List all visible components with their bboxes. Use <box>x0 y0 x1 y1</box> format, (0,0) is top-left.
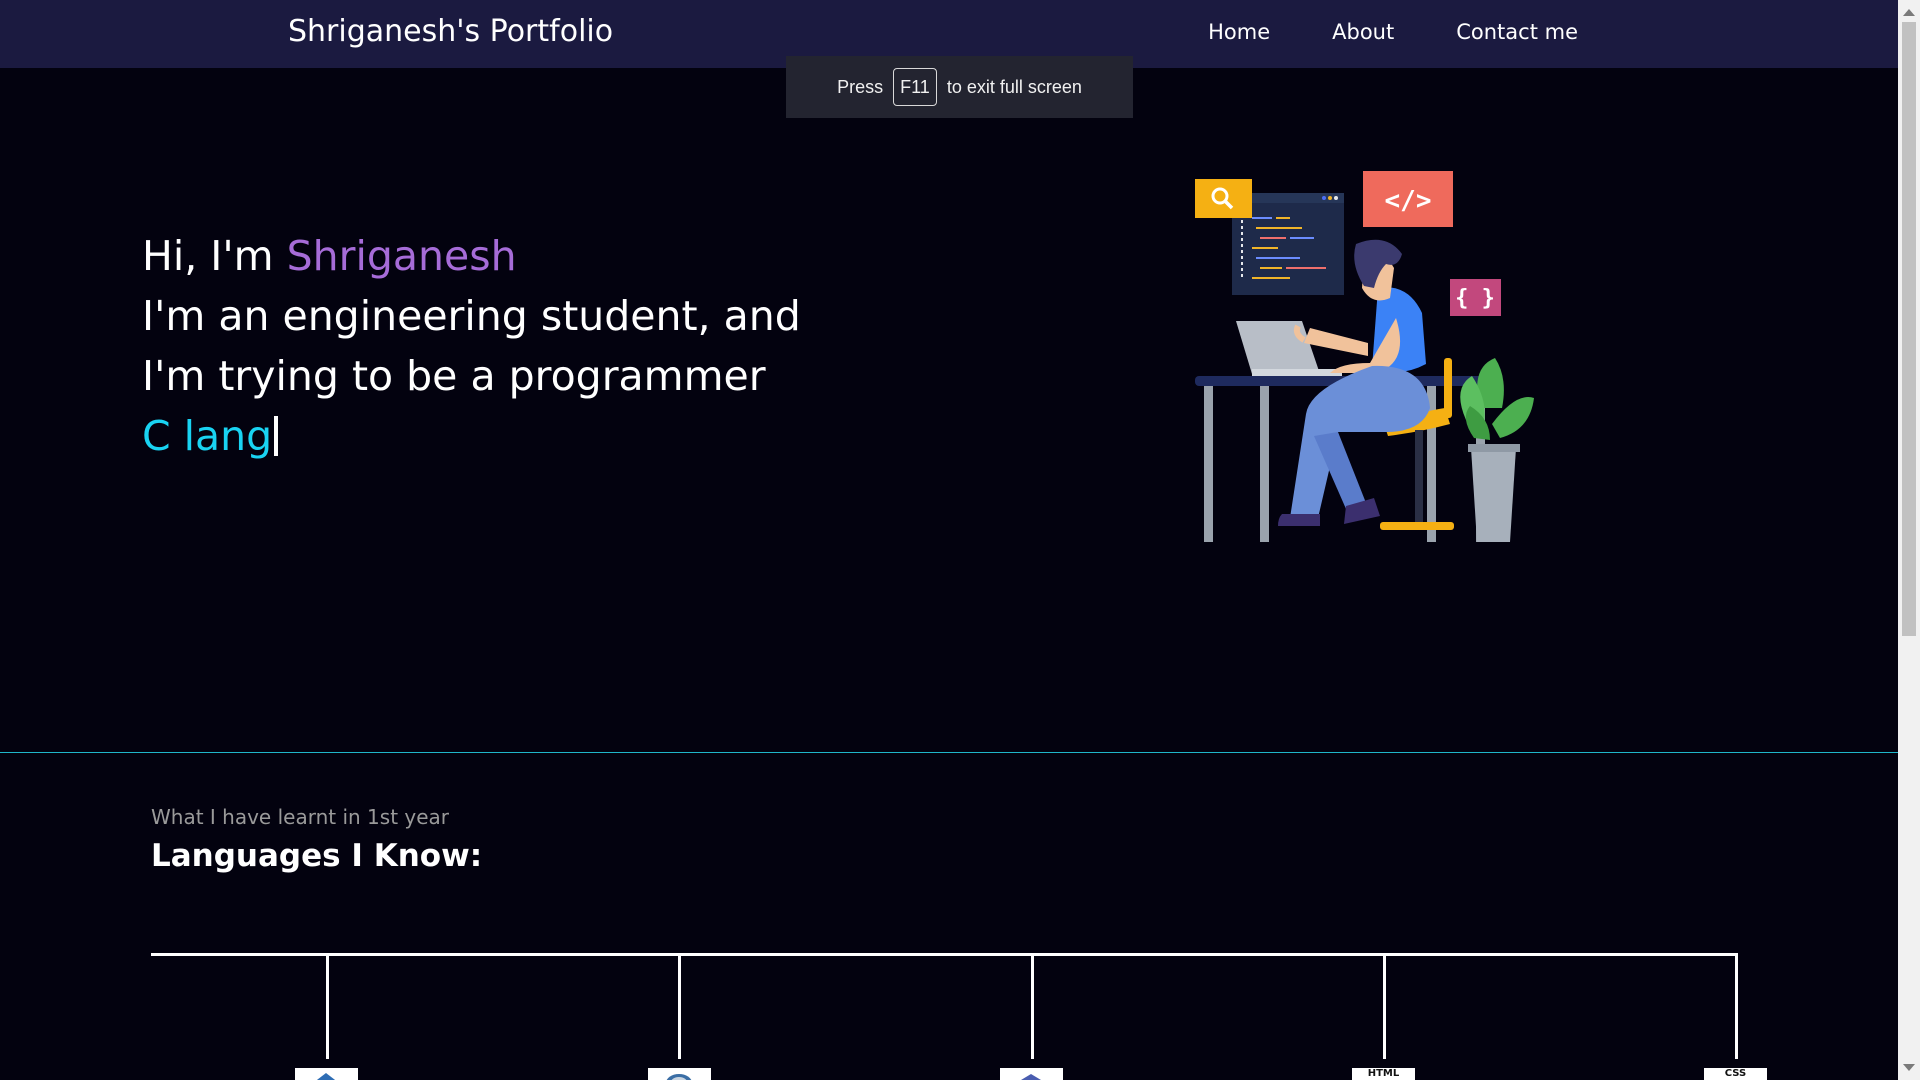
scroll-down-arrow-icon[interactable] <box>1903 1064 1915 1071</box>
vertical-scrollbar[interactable] <box>1898 0 1920 1080</box>
timeline-tick <box>1735 955 1738 1059</box>
toast-suffix: to exit full screen <box>946 76 1082 97</box>
languages-subtitle: What I have learnt in 1st year <box>151 805 450 829</box>
css-icon-label: CSS <box>1724 1068 1747 1079</box>
timeline-tick <box>326 955 329 1059</box>
hero-typed-text: C lang <box>142 412 273 460</box>
nav-link-home[interactable]: Home <box>1208 20 1270 44</box>
programmer-illustration: </> { } <box>1195 171 1534 542</box>
scroll-up-arrow-icon[interactable] <box>1903 9 1915 16</box>
braces-text: { } <box>1455 286 1495 311</box>
nav-link-about[interactable]: About <box>1332 20 1394 44</box>
toast-prefix: Press <box>837 76 884 97</box>
text-cursor <box>274 416 279 456</box>
hero-typed-line: C lang <box>142 406 801 466</box>
code-tag-text: </> <box>1385 186 1432 216</box>
hero-intro: Hi, I'm Shriganesh I'm an engineering st… <box>142 226 801 466</box>
code-tag-icon: </> <box>1363 171 1453 227</box>
hero-name: Shriganesh <box>286 232 517 280</box>
languages-timeline-line <box>151 953 1738 956</box>
scrollbar-thumb[interactable] <box>1902 22 1916 636</box>
html-icon-label: HTML <box>1367 1068 1400 1079</box>
c-language-icon <box>295 1068 358 1080</box>
html-icon: HTML <box>1352 1068 1415 1080</box>
section-divider <box>0 752 1898 753</box>
css-icon: CSS <box>1704 1068 1767 1080</box>
timeline-tick <box>1383 955 1386 1059</box>
hero-line-2: I'm an engineering student, and <box>142 292 801 340</box>
toast-key: F11 <box>893 68 937 106</box>
hero-line-greeting: Hi, I'm Shriganesh <box>142 226 801 286</box>
timeline-tick <box>1031 955 1034 1059</box>
languages-title: Languages I Know: <box>151 838 483 874</box>
laptop <box>1236 321 1342 376</box>
fullscreen-exit-toast: Press F11 to exit full screen <box>786 56 1133 118</box>
braces-icon: { } <box>1450 279 1501 316</box>
timeline-tick <box>678 955 681 1059</box>
hero-line-3: I'm trying to be a programmer <box>142 352 766 400</box>
brand-title[interactable]: Shriganesh's Portfolio <box>288 14 613 49</box>
plant <box>1460 358 1534 542</box>
cpp-icon <box>1000 1068 1063 1080</box>
python-icon <box>648 1068 711 1080</box>
hero-greeting: Hi, I'm <box>142 232 287 280</box>
search-icon <box>1195 179 1252 218</box>
nav-links: Home About Contact me <box>1208 20 1578 44</box>
nav-link-contact[interactable]: Contact me <box>1456 20 1578 44</box>
